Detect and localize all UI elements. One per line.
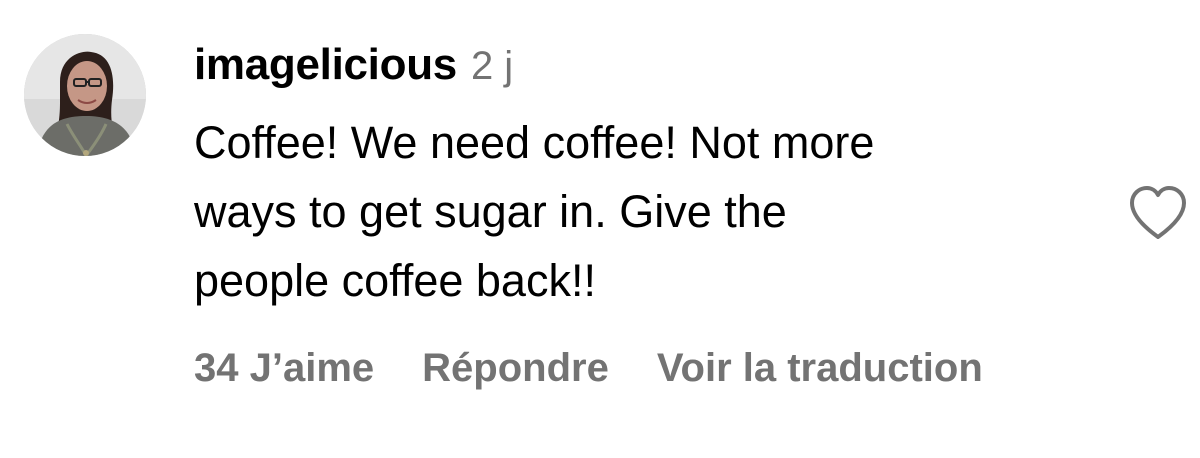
- comment-header: imagelicious 2 j: [194, 40, 1094, 102]
- likes-count-button[interactable]: 34 J’aime: [194, 346, 374, 391]
- translate-button[interactable]: Voir la traduction: [657, 346, 983, 391]
- comment-body: imagelicious 2 j Coffee! We need coffee!…: [194, 40, 1094, 315]
- comment: imagelicious 2 j Coffee! We need coffee!…: [0, 0, 1200, 458]
- comment-actions: 34 J’aime Répondre Voir la traduction: [194, 346, 983, 391]
- reply-button[interactable]: Répondre: [422, 346, 609, 391]
- comment-text: Coffee! We need coffee! Not more ways to…: [194, 117, 875, 306]
- avatar-image: [24, 34, 146, 156]
- avatar[interactable]: [24, 34, 146, 156]
- heart-outline-icon[interactable]: [1126, 184, 1190, 244]
- comment-time[interactable]: 2 j: [471, 44, 513, 89]
- username-link[interactable]: imagelicious: [194, 40, 457, 90]
